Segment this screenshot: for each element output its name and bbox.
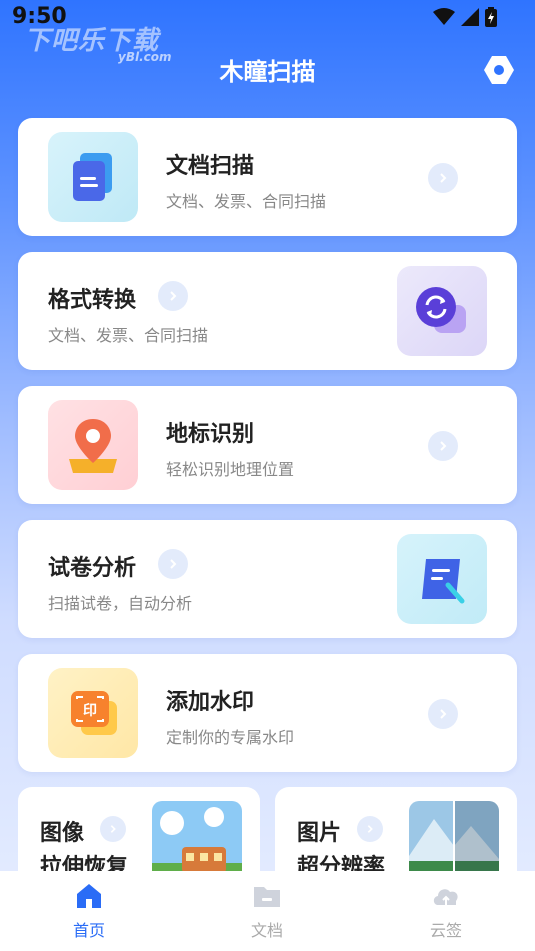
chevron-right-icon[interactable] [428,431,458,461]
chevron-right-icon[interactable] [158,549,188,579]
convert-icon [416,287,466,333]
bottom-tab-bar: 首页 文档 云签 [0,871,535,951]
page-title: 木瞳扫描 [219,58,316,86]
wifi-icon [433,8,455,25]
stamp-icon: 印 [71,691,117,735]
status-icons [433,7,497,27]
feature-title: 图像 [40,821,85,846]
feature-title: 试卷分析 [48,556,137,581]
tab-cloud[interactable]: 云签 [357,871,535,951]
exam-tile [397,534,487,624]
tab-label: 首页 [72,921,105,940]
location-pin-icon [69,419,117,473]
feature-subtitle: 扫描试卷，自动分析 [48,594,193,613]
feature-title: 图片 [297,821,342,846]
chevron-right-icon[interactable] [100,816,126,842]
landmark-tile [48,400,138,490]
feature-subtitle: 定制你的专属水印 [166,728,295,747]
tab-label: 云签 [429,921,462,940]
chevron-right-icon[interactable] [428,163,458,193]
feature-subtitle: 文档、发票、合同扫描 [166,192,327,211]
feature-subtitle: 文档、发票、合同扫描 [48,326,209,345]
doc-scan-tile [48,132,138,222]
feature-title: 文档扫描 [166,154,255,179]
tab-home[interactable]: 首页 [0,871,178,951]
tab-documents[interactable]: 文档 [178,871,356,951]
feature-card-landmark[interactable]: 地标识别 轻松识别地理位置 [18,386,517,504]
feature-title: 格式转换 [48,288,137,313]
feature-card-doc-scan[interactable]: 文档扫描 文档、发票、合同扫描 [18,118,517,236]
feature-card-format-convert[interactable]: 格式转换 文档、发票、合同扫描 [18,252,517,370]
cloud-icon [433,889,458,905]
feature-subtitle: 轻松识别地理位置 [166,460,295,479]
feature-card-watermark[interactable]: 印 添加水印 定制你的专属水印 [18,654,517,772]
exam-paper-icon [422,559,465,604]
tab-label: 文档 [250,921,283,940]
document-icon [73,153,112,201]
folder-icon [254,887,280,907]
format-convert-tile [397,266,487,356]
svg-text:印: 印 [83,702,97,719]
chevron-right-icon[interactable] [428,699,458,729]
feature-title: 地标识别 [166,422,255,447]
settings-icon[interactable] [483,54,515,86]
feature-card-exam-analysis[interactable]: 试卷分析 扫描试卷，自动分析 [18,520,517,638]
feature-title: 添加水印 [166,690,255,715]
signal-icon [461,8,479,26]
chevron-right-icon[interactable] [158,281,188,311]
home-icon [77,884,101,908]
chevron-right-icon[interactable] [357,816,383,842]
battery-icon [485,7,497,27]
watermark-tile: 印 [48,668,138,758]
